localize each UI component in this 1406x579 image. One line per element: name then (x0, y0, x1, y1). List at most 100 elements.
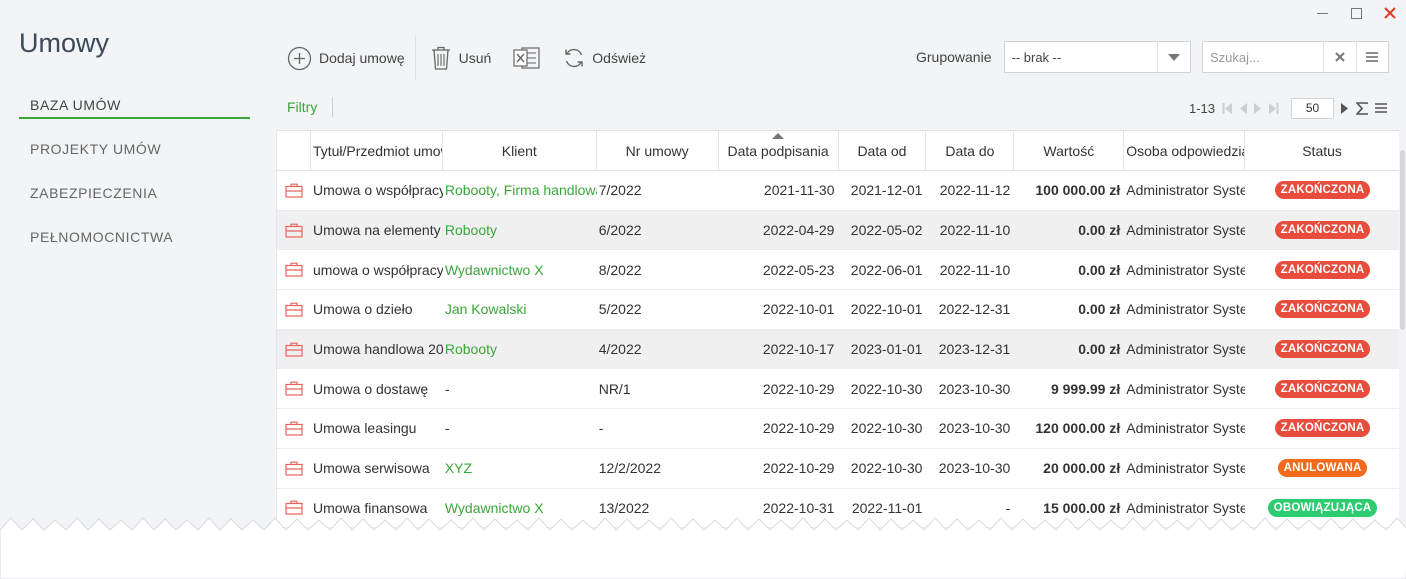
cell-client[interactable]: Robooty (443, 211, 597, 250)
status-badge: ZAKOŃCZONA (1274, 221, 1371, 240)
cell-signed: 2022-10-29 (762, 460, 835, 477)
filters-separator (332, 97, 333, 117)
filters-link[interactable]: Filtry (287, 99, 317, 115)
cell-person: Administrator Systemu (1126, 182, 1245, 199)
briefcase-icon (285, 302, 303, 317)
search-menu-button[interactable] (1355, 42, 1389, 72)
cell-number: NR/1 (598, 380, 631, 397)
status-badge: ZAKOŃCZONA (1274, 260, 1371, 279)
scrollbar-thumb[interactable] (1400, 150, 1405, 330)
menu-icon (1375, 103, 1388, 113)
cell-to: 2023-10-30 (938, 380, 1011, 397)
table-row[interactable]: Umowa leasingu - - 2022-10-29 2022-10-30… (277, 409, 1400, 449)
column-header-value[interactable]: Wartość (1014, 131, 1125, 170)
cell-signed: 2021-11-30 (763, 182, 835, 199)
column-header-from[interactable]: Data od (839, 131, 927, 170)
maximize-button[interactable] (1348, 4, 1364, 22)
columns-menu-button[interactable] (1375, 103, 1388, 113)
excel-icon (513, 47, 540, 69)
toolbar-separator (414, 36, 416, 80)
table-row[interactable]: Umowa o dostawę - NR/1 2022-10-29 2022-1… (277, 369, 1400, 410)
table-row[interactable]: Umowa handlowa 2022 Robooty 4/2022 2022-… (277, 329, 1400, 370)
table-row[interactable]: Umowa o dzieło Jan Kowalski 5/2022 2022-… (277, 290, 1400, 330)
cell-person: Administrator Systemu (1126, 222, 1245, 239)
grouping-control: Grupowanie -- brak -- (916, 41, 1191, 73)
delete-button[interactable]: Usuń (430, 45, 491, 71)
table-header: Tytuł/Przedmiot umowy Klient Nr umowy Da… (277, 130, 1400, 171)
page-size-input[interactable] (1291, 97, 1335, 119)
cell-status: ZAKOŃCZONA (1245, 290, 1400, 329)
table-row[interactable]: Umowa serwisowa XYZ 12/2/2022 2022-10-29… (277, 448, 1400, 489)
column-header-client[interactable]: Klient (443, 131, 597, 170)
cell-from: 2022-05-02 (850, 222, 923, 239)
cell-signed: 2022-05-23 (762, 261, 835, 278)
export-excel-button[interactable] (513, 46, 541, 70)
sidebar-item-baza-umow[interactable]: BAZA UMÓW (19, 92, 250, 119)
cell-person: Administrator Systemu (1126, 261, 1245, 278)
cell-person: Administrator Systemu (1126, 420, 1245, 437)
column-header-signed[interactable]: Data podpisania (719, 131, 839, 170)
close-button[interactable] (1382, 4, 1398, 22)
cell-value: 0.00 zł (1078, 301, 1121, 318)
briefcase-icon (285, 342, 303, 357)
cell-signed: 2022-10-17 (762, 341, 835, 358)
next-page-button[interactable] (1254, 102, 1262, 114)
sidebar-item-pelnomocnictwa[interactable]: PEŁNOMOCNICTWA (19, 224, 250, 268)
contract-icon-cell (277, 409, 311, 448)
briefcase-icon (285, 421, 303, 436)
cell-value: 20 000.00 zł (1043, 460, 1121, 477)
last-page-button[interactable] (1269, 102, 1279, 114)
cell-value: 9 999.99 zł (1050, 380, 1121, 397)
prev-page-icon (1240, 102, 1248, 114)
briefcase-icon (285, 223, 303, 238)
sidebar-item-zabezpieczenia[interactable]: ZABEZPIECZENIA (19, 180, 250, 224)
table-row[interactable]: umowa o współpracy Wydawnictwo X 8/2022 … (277, 250, 1400, 291)
cell-number: 7/2022 (598, 182, 642, 199)
cell-client[interactable]: XYZ (443, 449, 597, 488)
refresh-button[interactable]: Odśwież (563, 47, 646, 69)
contract-icon-cell (277, 171, 311, 210)
column-header-number[interactable]: Nr umowy (597, 131, 719, 170)
table-row[interactable]: Umowa o współpracy Robooty, Firma handlo… (277, 171, 1400, 211)
grouping-select[interactable]: -- brak -- (1003, 41, 1191, 73)
table-row[interactable]: Umowa na elementy Robooty 6/2022 2022-04… (277, 210, 1400, 251)
sum-button[interactable] (1356, 101, 1368, 115)
cell-client[interactable]: Jan Kowalski (443, 290, 597, 329)
clear-search-button[interactable] (1323, 42, 1356, 72)
cell-signed: 2022-10-29 (762, 420, 835, 437)
minimize-button[interactable] (1314, 4, 1330, 22)
column-header-to[interactable]: Data do (926, 131, 1015, 170)
cell-client: - (444, 420, 450, 437)
cell-to: 2022-11-12 (939, 182, 1011, 199)
cell-person: Administrator Systemu (1126, 301, 1245, 318)
add-contract-button[interactable]: Dodaj umowę (287, 46, 405, 71)
menu-icon (1366, 52, 1379, 62)
cell-client[interactable]: Wydawnictwo X (443, 250, 597, 289)
search-input[interactable] (1203, 42, 1323, 72)
briefcase-icon (285, 183, 303, 198)
clear-icon (1335, 52, 1345, 62)
refresh-label: Odśwież (592, 50, 646, 66)
vertical-scrollbar[interactable] (1399, 130, 1406, 530)
cell-title: Umowa handlowa 2022 (312, 341, 443, 358)
sidebar-item-projekty-umow[interactable]: PROJEKTY UMÓW (19, 136, 250, 180)
first-page-button[interactable] (1222, 102, 1233, 114)
prev-page-button[interactable] (1239, 102, 1248, 114)
column-header-icon (277, 131, 311, 170)
cell-client[interactable]: Robooty (443, 330, 597, 369)
first-page-icon (1222, 102, 1233, 114)
cell-status: ZAKOŃCZONA (1245, 211, 1400, 250)
cell-number: - (598, 420, 604, 437)
page-size-arrow[interactable] (1341, 102, 1349, 114)
column-header-title[interactable]: Tytuł/Przedmiot umowy (311, 131, 443, 170)
briefcase-icon (285, 381, 303, 396)
chevron-down-icon[interactable] (1156, 42, 1190, 72)
column-header-person[interactable]: Osoba odpowiedzialna (1124, 131, 1246, 170)
cell-signed: 2022-04-29 (762, 222, 835, 239)
close-icon (1384, 7, 1396, 19)
cell-client[interactable]: Robooty, Firma handlowa (443, 171, 597, 210)
cell-value: 0.00 zł (1078, 222, 1121, 239)
sidebar-nav: BAZA UMÓW PROJEKTY UMÓW ZABEZPIECZENIA P… (19, 92, 250, 268)
cell-from: 2022-10-30 (850, 380, 923, 397)
column-header-status[interactable]: Status (1245, 131, 1400, 170)
